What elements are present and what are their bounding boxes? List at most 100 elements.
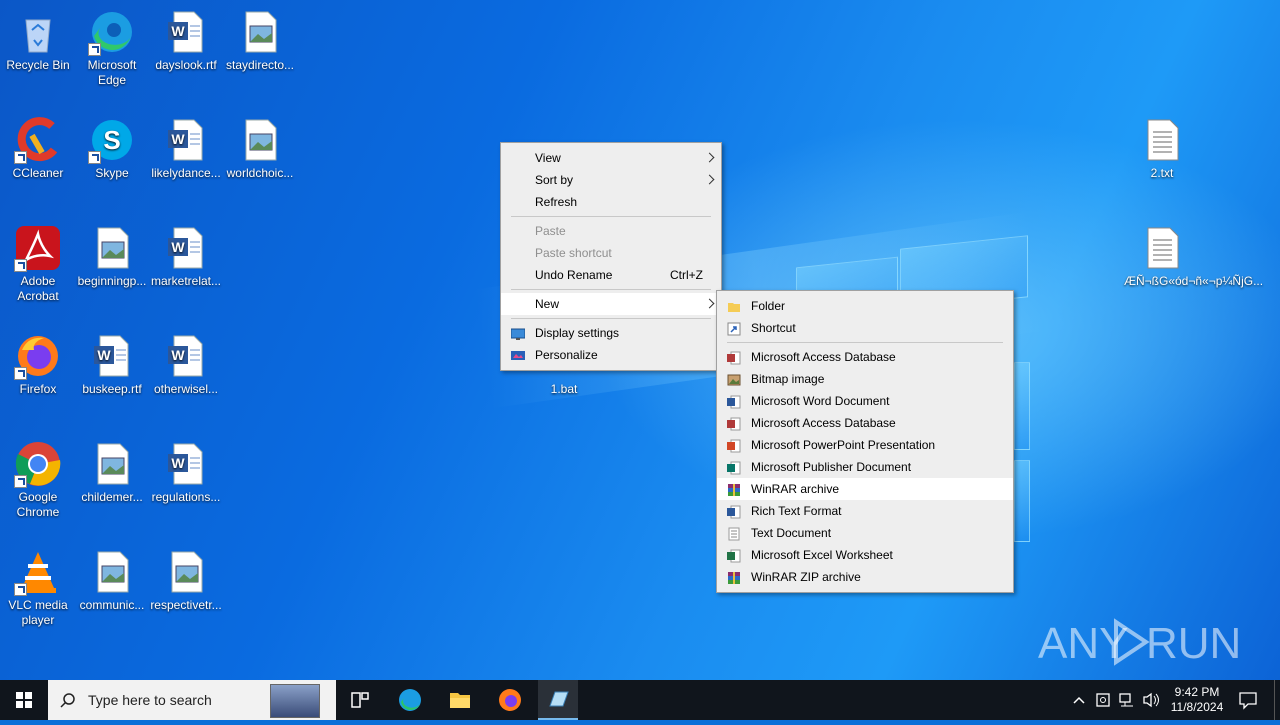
desktop-icon-label: Adobe Acrobat bbox=[17, 274, 59, 303]
recycle-bin-icon bbox=[14, 8, 62, 56]
menu-item-paste-shortcut[interactable]: Paste shortcut bbox=[501, 242, 721, 264]
new-submenu-item-label: Folder bbox=[751, 299, 786, 313]
menu-item-sort-by[interactable]: Sort by bbox=[501, 169, 721, 191]
new-submenu-item[interactable]: Rich Text Format bbox=[717, 500, 1013, 522]
taskbar-notepad-button[interactable] bbox=[538, 680, 578, 720]
meet-now-icon bbox=[1096, 693, 1110, 707]
access-icon bbox=[727, 350, 741, 365]
new-submenu-item[interactable]: Microsoft Excel Worksheet bbox=[717, 544, 1013, 566]
new-submenu-item[interactable]: Shortcut bbox=[717, 317, 1013, 339]
desktop-icon[interactable]: Wdayslook.rtf bbox=[148, 8, 224, 73]
svg-text:W: W bbox=[171, 347, 185, 363]
svg-text:RUN: RUN bbox=[1146, 619, 1238, 668]
desktop-icon[interactable]: Wregulations... bbox=[148, 440, 224, 505]
clock[interactable]: 9:42 PM 11/8/2024 bbox=[1164, 680, 1230, 720]
desktop-icon-label: Google Chrome bbox=[16, 490, 60, 519]
task-view-button[interactable] bbox=[340, 680, 380, 720]
new-submenu-item-label: Rich Text Format bbox=[751, 504, 842, 518]
desktop-icon[interactable]: staydirecto... bbox=[222, 8, 298, 73]
image-file-icon bbox=[88, 224, 136, 272]
desktop-icon-label: Microsoft Edge bbox=[87, 58, 137, 87]
network-button[interactable] bbox=[1116, 680, 1138, 720]
action-center-button[interactable] bbox=[1234, 680, 1262, 720]
menu-item-display-settings[interactable]: Display settings bbox=[501, 322, 721, 344]
show-desktop-button[interactable] bbox=[1274, 680, 1280, 720]
menu-separator bbox=[511, 216, 711, 217]
taskbar-explorer-button[interactable] bbox=[440, 680, 480, 720]
taskbar-search-box[interactable]: Type here to search bbox=[48, 680, 336, 720]
logo-pane bbox=[1014, 362, 1030, 450]
desktop-icon[interactable]: VLC media player bbox=[0, 548, 76, 628]
menu-item-refresh[interactable]: Refresh bbox=[501, 191, 721, 213]
desktop-icon-label: dayslook.rtf bbox=[155, 58, 217, 72]
firefox-icon bbox=[499, 689, 521, 711]
shortcut-arrow-icon bbox=[88, 151, 101, 164]
menu-separator bbox=[511, 318, 711, 319]
taskbar-edge-button[interactable] bbox=[390, 680, 430, 720]
desktop-icon[interactable]: childemer... bbox=[74, 440, 150, 505]
new-submenu-item[interactable]: Microsoft Access Database bbox=[717, 412, 1013, 434]
desktop-icon[interactable]: Firefox bbox=[0, 332, 76, 397]
desktop-icon[interactable]: ÆÑ¬ßG«ód¬ñ«¬p¼ÑjG... bbox=[1124, 224, 1263, 289]
new-submenu-item-label: Microsoft Excel Worksheet bbox=[751, 548, 893, 562]
menu-separator bbox=[727, 342, 1003, 343]
new-submenu-item-label: Microsoft Access Database bbox=[751, 350, 896, 364]
desktop-icon[interactable]: S Skype bbox=[74, 116, 150, 181]
word-doc-icon: W bbox=[162, 440, 210, 488]
new-submenu-item-label: WinRAR archive bbox=[751, 482, 840, 496]
new-submenu-item[interactable]: Microsoft PowerPoint Presentation bbox=[717, 434, 1013, 456]
menu-item-undo-rename[interactable]: Undo Rename Ctrl+Z bbox=[501, 264, 721, 286]
desktop-icon[interactable]: Wotherwisel... bbox=[148, 332, 224, 397]
desktop-icon[interactable]: Google Chrome bbox=[0, 440, 76, 520]
logo-pane bbox=[1014, 460, 1030, 542]
search-placeholder: Type here to search bbox=[88, 692, 212, 708]
meet-now-button[interactable] bbox=[1092, 680, 1114, 720]
start-button[interactable] bbox=[0, 680, 48, 720]
taskbar-firefox-button[interactable] bbox=[490, 680, 530, 720]
svg-text:W: W bbox=[171, 239, 185, 255]
edge-icon bbox=[88, 8, 136, 56]
new-submenu-item[interactable]: Microsoft Publisher Document bbox=[717, 456, 1013, 478]
desktop-icon[interactable]: Adobe Acrobat bbox=[0, 224, 76, 304]
desktop-icon[interactable]: Wbuskeep.rtf bbox=[74, 332, 150, 397]
acrobat-icon bbox=[14, 224, 62, 272]
chevron-up-icon bbox=[1073, 696, 1085, 704]
desktop-icon[interactable]: Wmarketrelat... bbox=[148, 224, 224, 289]
desktop-icon-label: CCleaner bbox=[12, 166, 64, 180]
anyrun-watermark: ANY RUN bbox=[1038, 612, 1241, 672]
desktop-icon[interactable]: Microsoft Edge bbox=[74, 8, 150, 88]
new-submenu-item[interactable]: Text Document bbox=[717, 522, 1013, 544]
new-submenu-item[interactable]: WinRAR ZIP archive bbox=[717, 566, 1013, 588]
task-view-icon bbox=[351, 692, 369, 708]
menu-item-view[interactable]: View bbox=[501, 147, 721, 169]
new-submenu-item[interactable]: Microsoft Word Document bbox=[717, 390, 1013, 412]
winrar-zip-icon bbox=[727, 570, 741, 584]
menu-item-label: New bbox=[535, 297, 560, 311]
text-doc-icon bbox=[727, 526, 741, 541]
menu-item-paste[interactable]: Paste bbox=[501, 220, 721, 242]
shortcut-arrow-icon bbox=[14, 367, 27, 380]
menu-item-label: Undo Rename bbox=[535, 268, 613, 282]
word-doc-icon: W bbox=[88, 332, 136, 380]
menu-item-new[interactable]: New bbox=[501, 293, 721, 315]
new-submenu-item[interactable]: Folder bbox=[717, 295, 1013, 317]
show-hidden-icons-button[interactable] bbox=[1068, 680, 1090, 720]
menu-item-personalize[interactable]: Personalize bbox=[501, 344, 721, 366]
desktop-icon[interactable]: CCleaner bbox=[0, 116, 76, 181]
image-file-icon bbox=[236, 116, 284, 164]
new-submenu-item[interactable]: Microsoft Access Database bbox=[717, 346, 1013, 368]
desktop-icon-label: 2.txt bbox=[1150, 166, 1174, 180]
desktop-icon[interactable]: beginningp... bbox=[74, 224, 150, 289]
volume-button[interactable] bbox=[1140, 680, 1162, 720]
new-submenu-item[interactable]: WinRAR archive bbox=[717, 478, 1013, 500]
desktop-icon[interactable]: communic... bbox=[74, 548, 150, 613]
desktop-icon[interactable]: worldchoic... bbox=[222, 116, 298, 181]
desktop-icon[interactable]: 2.txt bbox=[1124, 116, 1200, 181]
desktop-icon[interactable]: Wlikelydance... bbox=[148, 116, 224, 181]
desktop-icon[interactable]: respectivetr... bbox=[148, 548, 224, 613]
desktop-icon[interactable]: Recycle Bin bbox=[0, 8, 76, 73]
desktop-icon-label: Firefox bbox=[19, 382, 57, 396]
word-doc-icon: W bbox=[162, 116, 210, 164]
new-submenu-item[interactable]: Bitmap image bbox=[717, 368, 1013, 390]
vlc-icon bbox=[14, 548, 62, 596]
